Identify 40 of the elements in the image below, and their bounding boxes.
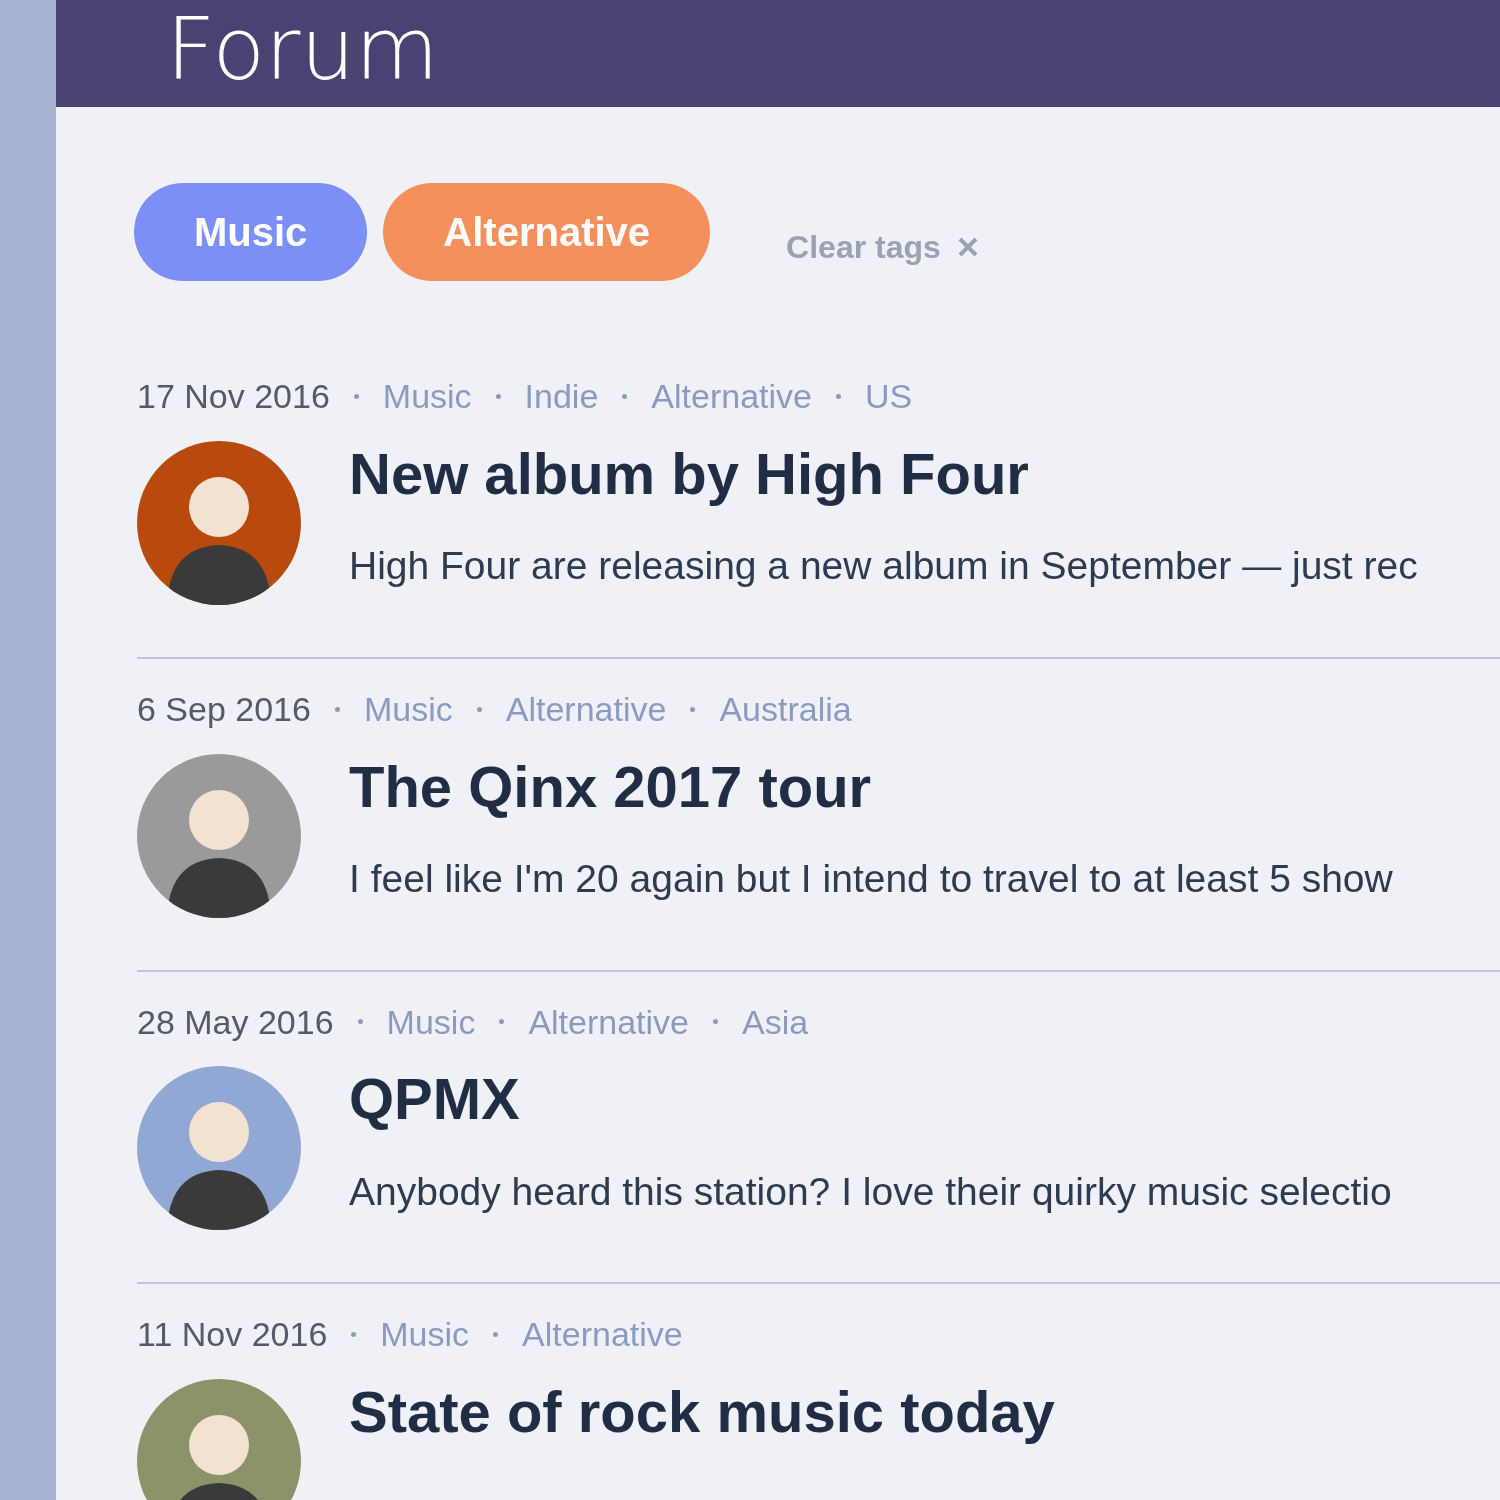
tag-filter-button[interactable]: Alternative	[383, 183, 711, 281]
post-date: 6 Sep 2016	[137, 688, 311, 730]
separator-dot	[622, 393, 628, 399]
separator-dot	[476, 706, 482, 712]
separator-dot	[495, 393, 501, 399]
separator-dot	[334, 706, 340, 712]
post-date: 11 Nov 2016	[137, 1314, 328, 1356]
separator-dot	[499, 1019, 505, 1025]
post-tag-link[interactable]: Music	[363, 688, 453, 730]
post-tag-link[interactable]: US	[865, 376, 913, 417]
separator-dot	[713, 1019, 719, 1025]
post-date: 17 Nov 2016	[137, 376, 330, 417]
separator-dot	[690, 706, 696, 712]
post-tag-link[interactable]: Australia	[719, 688, 852, 730]
clear-tags-button[interactable]: Clear tags	[786, 223, 979, 271]
post-title[interactable]: New album by High Four	[349, 440, 1500, 508]
post-excerpt: High Four are releasing a new album in September — just rec	[349, 543, 1419, 590]
post-date: 28 May 2016	[137, 1001, 334, 1043]
post-excerpt: I feel like I'm 20 again but I intend to travel to at least 5 show	[349, 856, 1394, 903]
post-tag-link[interactable]: Alternative	[505, 688, 667, 730]
post-tag-link[interactable]: Alternative	[522, 1314, 683, 1356]
post-title[interactable]: The Qinx 2017 tour	[349, 753, 1500, 821]
tag-filter-button[interactable]: Music	[134, 183, 368, 281]
post-tag-link[interactable]: Alternative	[528, 1001, 690, 1043]
separator-dot	[357, 1019, 363, 1025]
separator-dot	[493, 1332, 499, 1338]
post-tag-link[interactable]: Music	[382, 376, 472, 417]
post-tag-link[interactable]: Asia	[742, 1001, 809, 1043]
separator-dot	[353, 393, 359, 399]
post-excerpt: Anybody heard this station? I love their quirky music selectio	[349, 1169, 1393, 1216]
page-title: Forum	[166, 2, 440, 97]
post-tag-link[interactable]: Music	[380, 1314, 470, 1356]
separator-dot	[836, 393, 841, 399]
post-title[interactable]: QPMX	[349, 1066, 1500, 1134]
close-icon	[956, 236, 979, 258]
post-tag-link[interactable]: Music	[386, 1001, 476, 1043]
post-title[interactable]: State of rock music today	[349, 1379, 1500, 1446]
separator-dot	[351, 1332, 357, 1338]
post-tag-link[interactable]: Alternative	[651, 376, 812, 417]
post-tag-link[interactable]: Indie	[524, 376, 599, 417]
